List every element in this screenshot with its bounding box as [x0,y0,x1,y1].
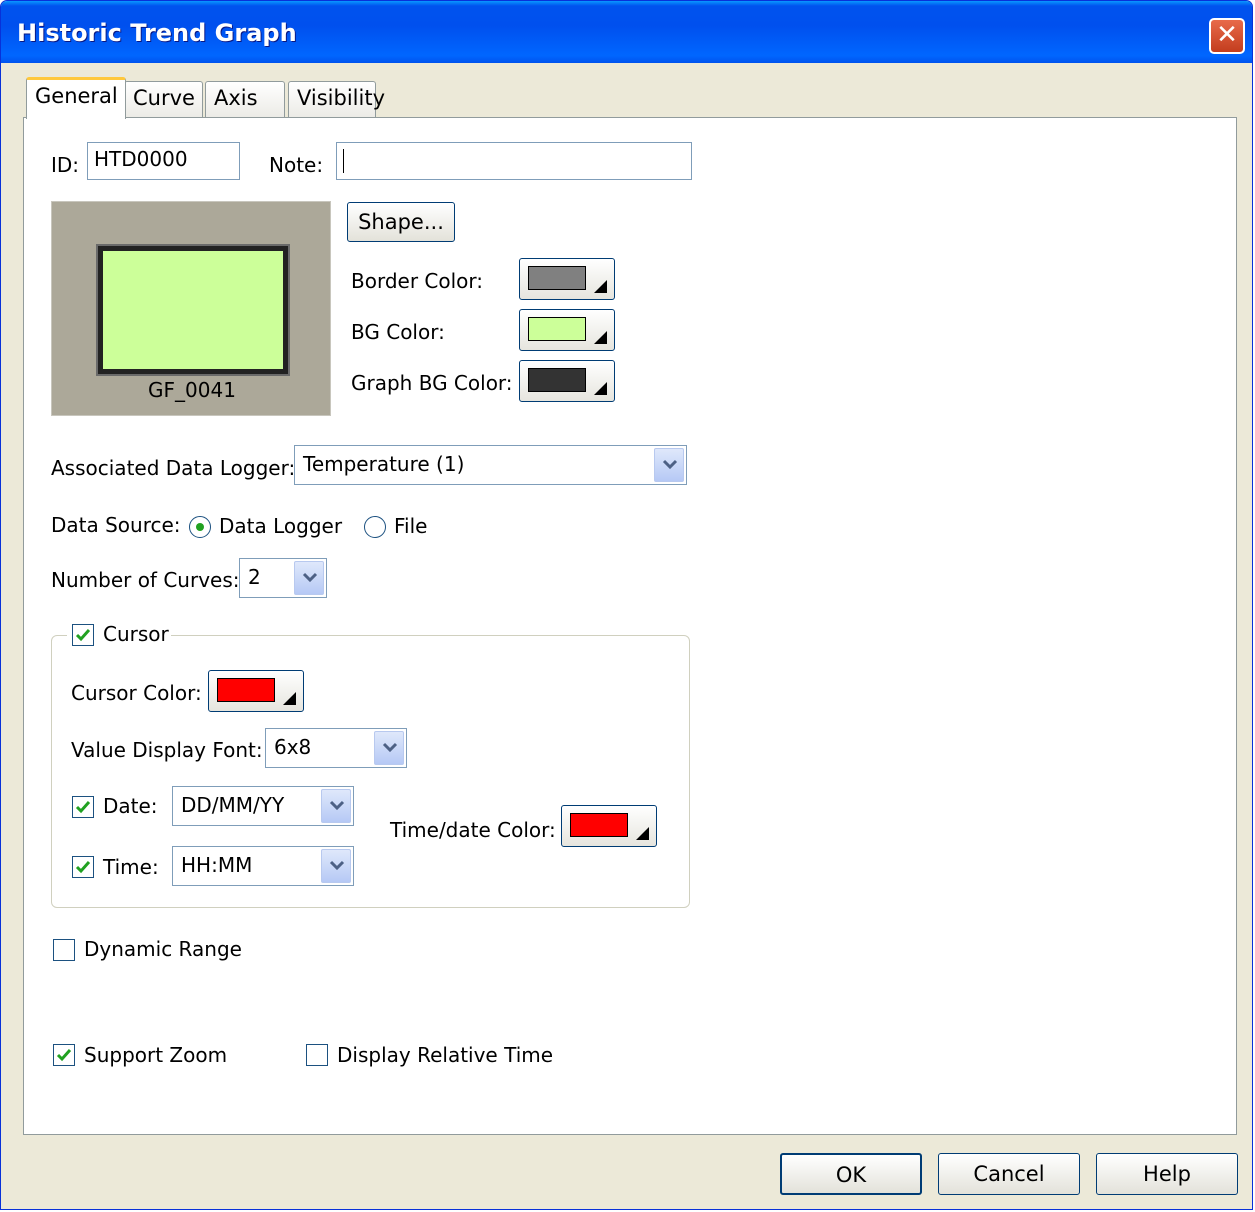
note-label: Note: [269,153,324,177]
radio-file[interactable] [364,516,386,538]
date-format-select[interactable]: DD/MM/YY [172,786,354,826]
dynamic-range-checkbox[interactable] [53,939,75,961]
shape-preview: GF_0041 [51,201,331,416]
preview-label: GF_0041 [148,378,236,402]
support-zoom-label[interactable]: Support Zoom [84,1043,227,1067]
cancel-button[interactable]: Cancel [938,1153,1080,1195]
bg-color-swatch [528,317,586,341]
dropdown-button[interactable] [321,849,351,883]
bg-color-button[interactable] [519,309,615,351]
tab-visibility[interactable]: Visibility [288,81,385,117]
cursor-checkbox[interactable] [72,624,94,646]
checkmark-icon [75,801,91,814]
checkmark-icon [56,1049,72,1062]
dropdown-button[interactable] [374,731,404,765]
close-icon: ✕ [1216,20,1238,50]
time-label[interactable]: Time: [103,855,159,879]
id-field[interactable]: HTD0000 [87,142,240,180]
dropdown-triangle-icon [594,331,607,344]
dropdown-triangle-icon [594,280,607,293]
dropdown-button[interactable] [654,448,684,482]
date-format-value: DD/MM/YY [181,793,285,817]
dropdown-triangle-icon [283,692,296,705]
border-color-swatch [528,266,586,290]
relative-time-checkbox[interactable] [306,1044,328,1066]
num-curves-select[interactable]: 2 [239,558,327,598]
num-curves-label: Number of Curves: [51,568,240,592]
tab-general[interactable]: General [26,77,126,119]
support-zoom-checkbox[interactable] [53,1044,75,1066]
time-date-color-swatch [570,813,628,837]
dropdown-button[interactable] [294,561,324,595]
relative-time-label[interactable]: Display Relative Time [337,1043,553,1067]
num-curves-value: 2 [248,565,261,589]
tab-label: Axis [214,86,258,110]
close-button[interactable]: ✕ [1209,18,1245,54]
checkmark-icon [75,629,91,642]
graph-bg-color-button[interactable] [519,360,615,402]
title-bar[interactable]: Historic Trend Graph ✕ [1,1,1252,63]
cursor-color-button[interactable] [208,670,304,712]
checkmark-icon [75,861,91,874]
dropdown-triangle-icon [594,382,607,395]
border-color-label: Border Color: [351,269,484,293]
time-checkbox[interactable] [72,856,94,878]
graph-bg-color-swatch [528,368,586,392]
data-logger-label: Associated Data Logger: [51,456,296,480]
value-font-label: Value Display Font: [71,738,263,762]
time-date-color-button[interactable] [561,805,657,847]
shape-button[interactable]: Shape... [347,202,455,242]
date-label[interactable]: Date: [103,794,158,818]
tab-label: Visibility [297,86,386,110]
ok-button[interactable]: OK [780,1153,922,1195]
data-source-label: Data Source: [51,513,181,537]
value-font-select[interactable]: 6x8 [265,728,407,768]
tab-curve[interactable]: Curve [124,81,203,117]
dropdown-triangle-icon [636,827,649,840]
cursor-label[interactable]: Cursor [103,622,169,646]
note-field[interactable] [336,142,692,180]
tab-axis[interactable]: Axis [205,81,285,117]
radio-selected-dot [196,523,204,531]
text-caret [343,148,344,173]
border-color-button[interactable] [519,258,615,300]
id-label: ID: [51,153,80,177]
chevron-down-icon [382,742,398,753]
dynamic-range-label[interactable]: Dynamic Range [84,937,242,961]
chevron-down-icon [329,800,345,811]
help-button[interactable]: Help [1096,1153,1238,1195]
data-logger-value: Temperature (1) [303,452,465,476]
data-logger-select[interactable]: Temperature (1) [294,445,687,485]
window-title: Historic Trend Graph [17,19,297,47]
value-font-value: 6x8 [274,735,312,759]
preview-graph-shape [98,246,288,374]
cursor-color-label: Cursor Color: [71,681,202,705]
chevron-down-icon [302,572,318,583]
radio-data-logger-label[interactable]: Data Logger [219,514,342,538]
dialog-window: Historic Trend Graph ✕ General Curve Axi… [0,0,1253,1210]
radio-file-label[interactable]: File [394,514,427,538]
time-date-color-label: Time/date Color: [390,818,556,842]
time-format-select[interactable]: HH:MM [172,846,354,886]
tab-label: General [35,84,118,108]
tab-label: Curve [133,86,195,110]
dropdown-button[interactable] [321,789,351,823]
radio-data-logger[interactable] [189,516,211,538]
date-checkbox[interactable] [72,796,94,818]
chevron-down-icon [329,860,345,871]
chevron-down-icon [662,459,678,470]
time-format-value: HH:MM [181,853,253,877]
bg-color-label: BG Color: [351,320,445,344]
cursor-color-swatch [217,678,275,702]
graph-bg-color-label: Graph BG Color: [351,371,513,395]
